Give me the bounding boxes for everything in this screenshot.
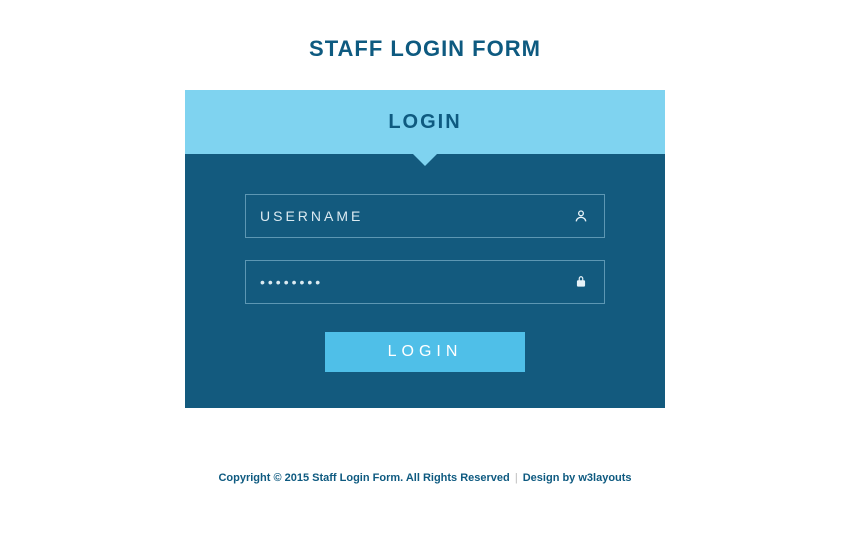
footer: Copyright © 2015 Staff Login Form. All R…: [218, 472, 631, 484]
footer-separator: |: [513, 472, 520, 484]
footer-copyright: Copyright © 2015 Staff Login Form. All R…: [218, 472, 509, 484]
username-input[interactable]: [260, 208, 572, 224]
page-title: STAFF LOGIN FORM: [309, 36, 541, 62]
username-field[interactable]: [245, 194, 605, 238]
login-card: LOGIN LOGIN: [185, 90, 665, 408]
footer-design-link[interactable]: w3layouts: [578, 472, 631, 484]
lock-icon: [572, 273, 590, 291]
password-field[interactable]: [245, 260, 605, 304]
user-icon: [572, 207, 590, 225]
login-button[interactable]: LOGIN: [325, 332, 525, 372]
login-card-body: LOGIN: [185, 154, 665, 408]
password-input[interactable]: [260, 274, 572, 290]
login-card-header: LOGIN: [185, 90, 665, 154]
footer-design-prefix: Design by: [523, 472, 579, 484]
login-header-label: LOGIN: [388, 111, 461, 134]
